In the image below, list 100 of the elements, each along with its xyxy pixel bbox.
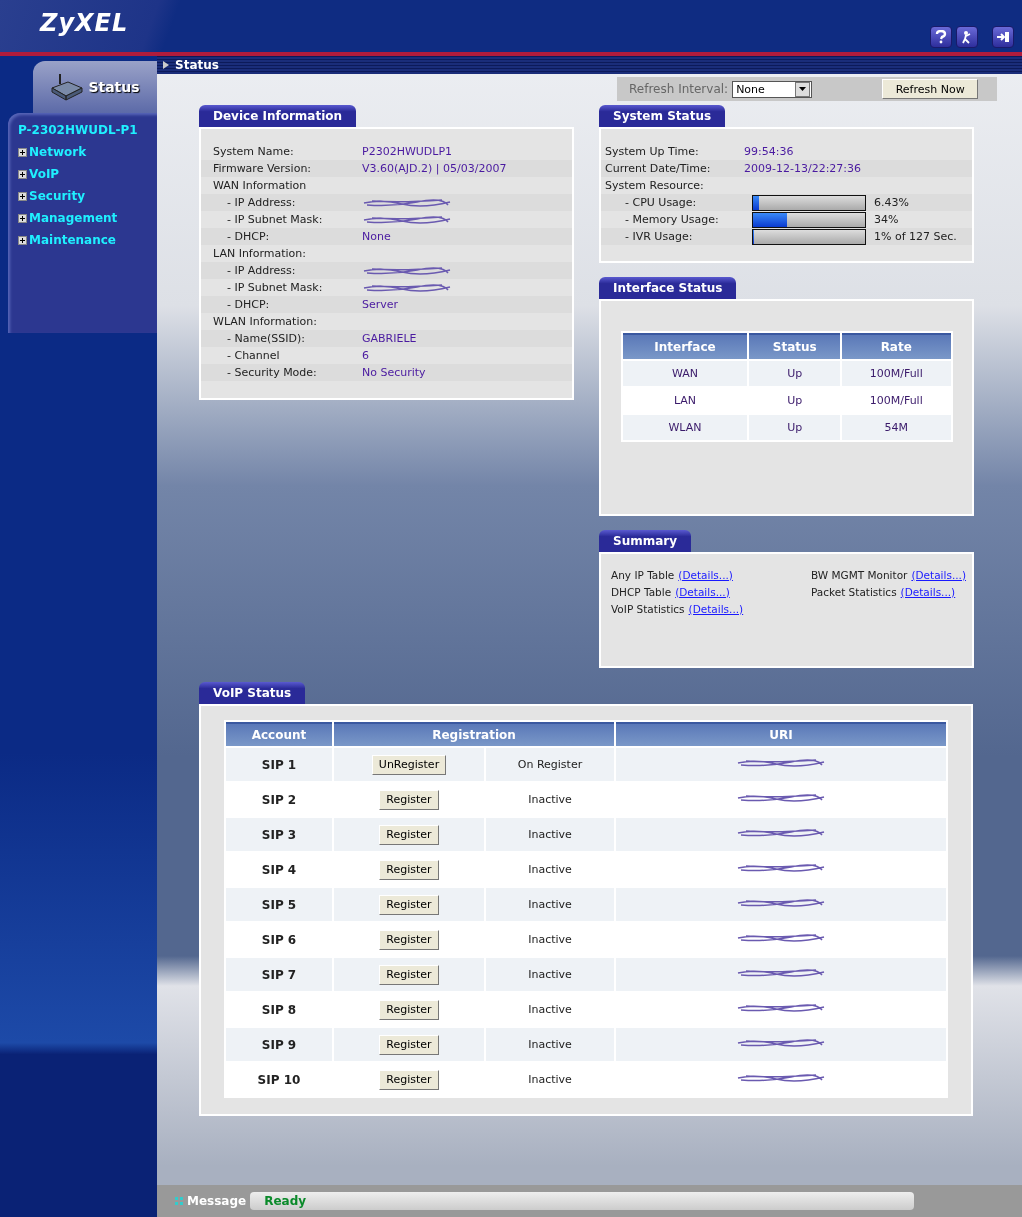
field-label: - IP Address: <box>227 196 297 209</box>
refresh-interval-select[interactable]: None <box>732 80 813 98</box>
register-button[interactable]: Register <box>379 1069 439 1090</box>
table-cell: SIP 9 <box>226 1028 332 1061</box>
summary-label: VoIP Statistics <box>611 602 685 615</box>
field-label: Current Date/Time: <box>605 162 712 175</box>
column-header: Status <box>749 333 840 359</box>
field-label: - Name(SSID): <box>227 332 306 345</box>
field-label: - DHCP: <box>227 230 271 243</box>
register-button[interactable]: Register <box>379 929 439 950</box>
field-label: Firmware Version: <box>213 162 313 175</box>
nav-item[interactable]: Security <box>18 185 157 207</box>
register-button[interactable]: Register <box>379 824 439 845</box>
register-button[interactable]: UnRegister <box>371 754 447 775</box>
field-label: System Name: <box>213 145 295 158</box>
details-link[interactable]: (Details...) <box>675 585 730 598</box>
column-header: Account <box>226 722 332 746</box>
field-label: - Security Mode: <box>227 366 318 379</box>
nav-item[interactable]: Network <box>18 141 157 163</box>
details-link[interactable]: (Details...) <box>900 585 956 598</box>
field-label: - Memory Usage: <box>624 213 720 226</box>
expand-icon[interactable] <box>18 191 27 201</box>
details-link[interactable]: (Details...) <box>678 568 733 581</box>
summary-label: DHCP Table <box>611 585 672 598</box>
field-value: None <box>362 230 391 243</box>
column-header: URI <box>616 722 946 746</box>
summary-label: Any IP Table <box>611 568 675 581</box>
field-value: P2302HWUDLP1 <box>362 145 453 158</box>
breadcrumb-title: Status <box>175 58 219 72</box>
field-label: - DHCP: <box>227 298 271 311</box>
table-cell: Inactive <box>486 818 614 851</box>
logo: ZyXEL <box>40 9 129 37</box>
table-cell: Inactive <box>486 1028 614 1061</box>
usage-reading: 34% <box>874 213 899 226</box>
table-cell: WAN <box>622 361 748 386</box>
register-button[interactable]: Register <box>379 999 439 1020</box>
router-icon <box>50 72 85 102</box>
field-value: 2009-12-13/22:27:36 <box>744 162 862 175</box>
field-value: GABRIELE <box>362 332 417 345</box>
details-link[interactable]: (Details...) <box>688 602 744 615</box>
field-label: System Up Time: <box>605 145 700 158</box>
logout-icon[interactable] <box>992 26 1014 48</box>
summary-label: BW MGMT Monitor <box>810 568 908 581</box>
field-label: - IP Address: <box>227 264 297 277</box>
field-label: System Resource: <box>605 179 705 192</box>
refresh-label: Refresh Interval: <box>629 82 729 96</box>
table-cell: On Register <box>486 748 614 781</box>
expand-icon[interactable] <box>18 213 27 223</box>
register-button[interactable]: Register <box>379 964 439 985</box>
table-cell: SIP 7 <box>226 958 332 991</box>
nav-item[interactable]: VoIP <box>18 163 157 185</box>
nav-item[interactable]: Management <box>18 207 157 229</box>
expand-icon[interactable] <box>18 147 27 157</box>
wizard-icon[interactable] <box>956 26 978 48</box>
column-header: Registration <box>334 722 614 746</box>
message-field: Ready <box>250 1192 915 1210</box>
expand-icon[interactable] <box>18 169 27 179</box>
table-cell: WLAN <box>622 415 748 440</box>
column-header: Interface <box>622 333 748 359</box>
usage-reading: 1% of 127 Sec. <box>874 230 957 243</box>
help-icon[interactable] <box>930 26 952 48</box>
field-label: WAN Information <box>213 179 308 192</box>
status-tab[interactable]: Status <box>33 61 157 113</box>
table-cell: SIP 1 <box>226 748 332 781</box>
dots-icon <box>175 1197 183 1205</box>
column-header: Rate <box>842 333 951 359</box>
register-button[interactable]: Register <box>379 789 439 810</box>
table-cell: Up <box>749 361 840 386</box>
table-cell: 100M/Full <box>842 361 951 386</box>
table-cell: SIP 3 <box>226 818 332 851</box>
field-label: - IVR Usage: <box>624 230 694 243</box>
summary-label: Packet Statistics <box>810 585 897 598</box>
register-button[interactable]: Register <box>379 1034 439 1055</box>
table-cell: Inactive <box>486 958 614 991</box>
field-value: V3.60(AJD.2) | 05/03/2007 <box>362 162 507 175</box>
dropdown-caret-icon[interactable] <box>799 87 807 91</box>
refresh-now-button[interactable]: Refresh Now <box>882 79 979 99</box>
field-value: 99:54:36 <box>744 145 794 158</box>
field-label: WLAN Information: <box>213 315 318 328</box>
field-value: No Security <box>362 366 426 379</box>
table-cell: SIP 5 <box>226 888 332 921</box>
field-label: - IP Subnet Mask: <box>227 213 324 226</box>
field-label: - CPU Usage: <box>624 196 698 209</box>
expand-icon[interactable] <box>18 235 27 245</box>
field-value: Server <box>362 298 399 311</box>
arrow-icon <box>163 61 169 69</box>
field-label: - Channel <box>227 349 281 362</box>
field-label: LAN Information: <box>213 247 307 260</box>
field-value: 6 <box>362 349 369 362</box>
nav-item[interactable]: Maintenance <box>18 229 157 251</box>
table-cell: Up <box>749 415 840 440</box>
register-button[interactable]: Register <box>379 894 439 915</box>
usage-reading: 6.43% <box>874 196 909 209</box>
register-button[interactable]: Register <box>379 859 439 880</box>
table-cell: Inactive <box>486 888 614 921</box>
device-name: P-2302HWUDL-P1 <box>18 123 139 137</box>
details-link[interactable]: (Details...) <box>911 568 966 581</box>
field-label: - IP Subnet Mask: <box>227 281 324 294</box>
table-cell: 54M <box>842 415 951 440</box>
message-label: Message <box>187 1194 247 1208</box>
